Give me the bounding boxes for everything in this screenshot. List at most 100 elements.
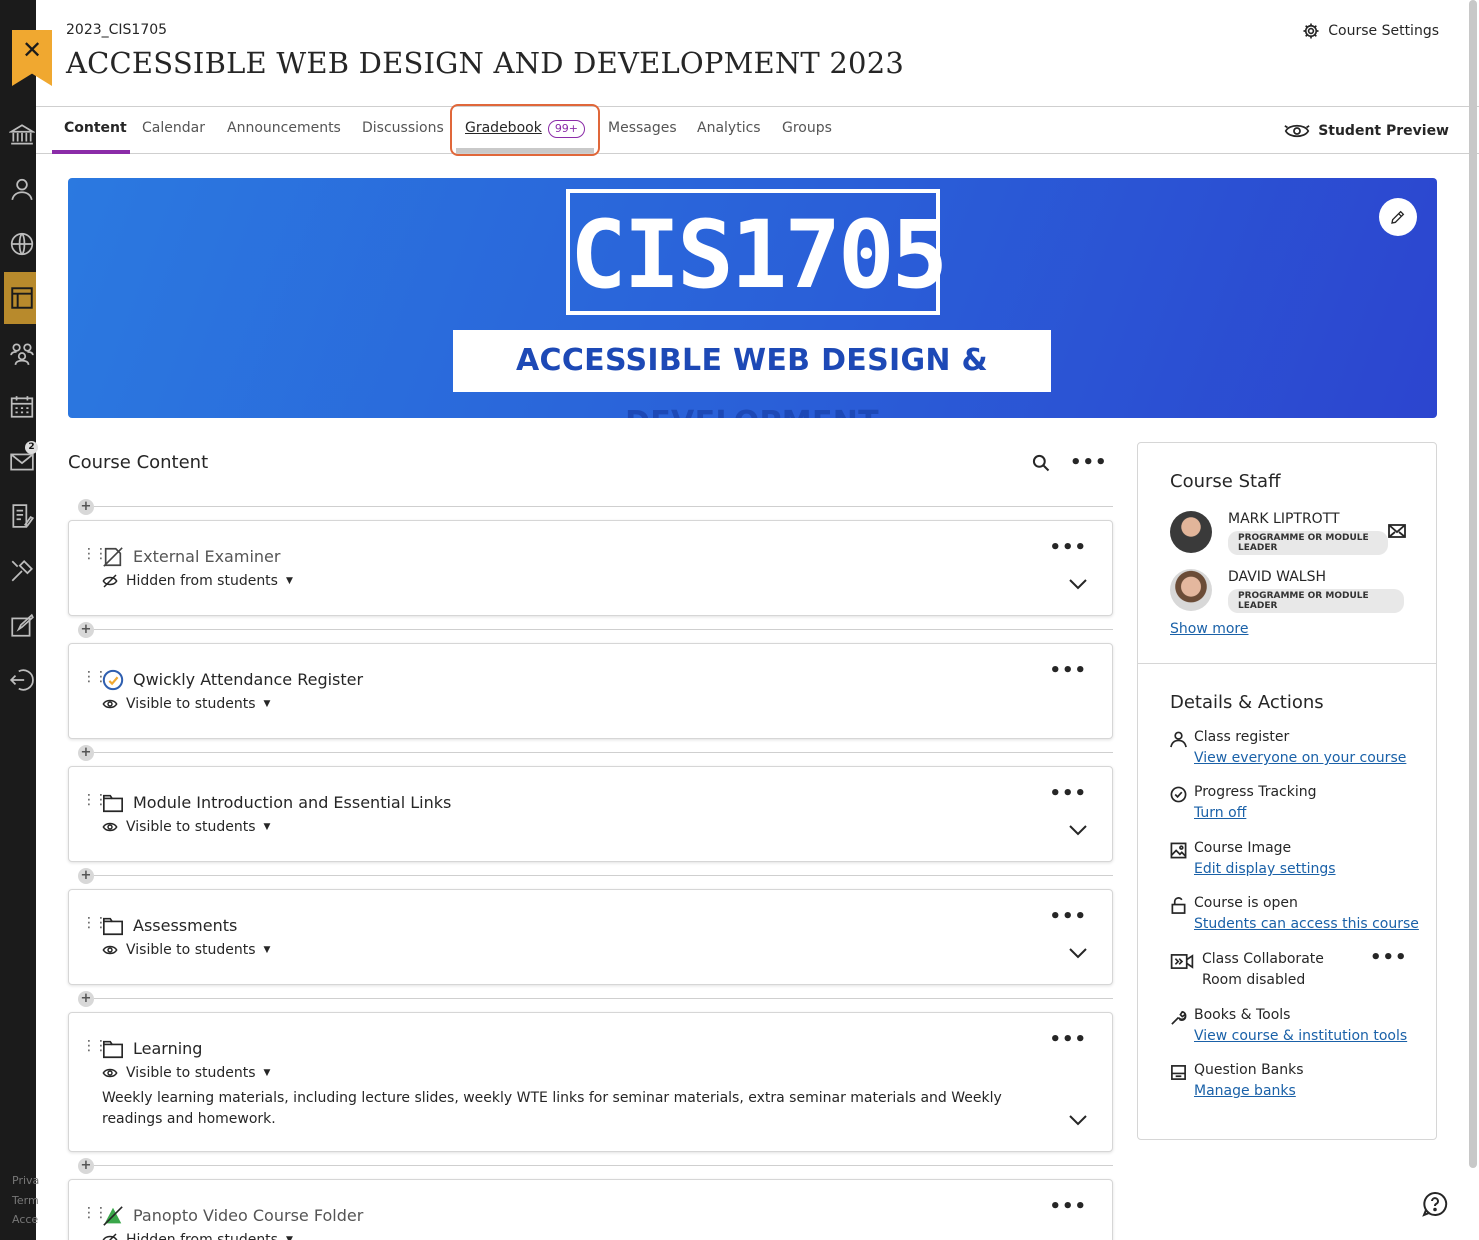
globe-icon[interactable] [9,231,35,257]
content-item-title[interactable]: External Examiner [133,547,280,566]
email-icon[interactable] [1388,524,1406,538]
visibility-dropdown[interactable]: Hidden from students ▼ [102,573,293,589]
drag-handle-icon[interactable]: ⋮⋮ [82,670,108,684]
staff-member[interactable]: DAVID WALSH PROGRAMME OR MODULE LEADER [1170,569,1410,615]
student-preview-icon [1284,124,1310,138]
banner-course-code: CIS1705 [570,201,948,310]
eye-slash-icon [102,574,118,588]
help-icon[interactable] [1422,1191,1448,1217]
drag-handle-icon[interactable]: ⋮⋮ [82,547,108,561]
privacy-link[interactable]: Priva [12,1174,39,1187]
item-more-options-button[interactable]: ••• [1049,783,1087,804]
turn-off-progress-link[interactable]: Turn off [1194,805,1246,821]
content-item[interactable]: ⋮⋮ Module Introduction and Essential Lin… [68,766,1113,862]
item-more-options-button[interactable]: ••• [1049,1029,1087,1050]
content-item[interactable]: ⋮⋮ Assessments Visible to students ▼ ••• [68,889,1113,985]
tab-announcements[interactable]: Announcements [227,120,341,136]
chevron-down-icon[interactable] [1068,1114,1088,1126]
add-content-plus-icon[interactable]: + [78,1158,94,1174]
collaborate-more-options-button[interactable]: ••• [1370,947,1408,968]
manage-banks-link[interactable]: Manage banks [1194,1083,1296,1099]
add-content-plus-icon[interactable]: + [78,745,94,761]
gear-icon [1303,23,1319,39]
chevron-down-icon[interactable] [1068,578,1088,590]
visibility-dropdown[interactable]: Visible to students ▼ [102,819,270,835]
institution-icon[interactable] [8,122,36,148]
tab-content[interactable]: Content [64,120,127,136]
view-everyone-link[interactable]: View everyone on your course [1194,750,1406,766]
view-tools-link[interactable]: View course & institution tools [1194,1028,1407,1044]
item-more-options-button[interactable]: ••• [1049,660,1087,681]
visibility-dropdown[interactable]: Visible to students ▼ [102,696,270,712]
student-preview-button[interactable]: Student Preview [1284,122,1449,140]
avatar [1170,511,1212,553]
detail-label: Progress Tracking [1194,784,1317,800]
add-content-plus-icon[interactable]: + [78,622,94,638]
tab-gradebook[interactable]: Gradebook 99+ [465,120,586,138]
content-item-title[interactable]: Panopto Video Course Folder [133,1206,363,1225]
terms-link[interactable]: Term [12,1194,39,1207]
tab-messages[interactable]: Messages [608,120,677,136]
add-content-plus-icon[interactable]: + [78,991,94,1007]
item-more-options-button[interactable]: ••• [1049,537,1087,558]
detail-label: Class Collaborate [1202,951,1324,967]
staff-role-badge: PROGRAMME OR MODULE LEADER [1228,531,1388,555]
content-item-title[interactable]: Qwickly Attendance Register [133,670,363,689]
staff-name: MARK LIPTROTT [1228,511,1340,527]
tab-analytics[interactable]: Analytics [697,120,761,136]
course-access-link[interactable]: Students can access this course [1194,916,1419,932]
course-settings-button[interactable]: Course Settings [1302,22,1439,40]
profile-icon[interactable] [9,176,35,202]
content-item-title[interactable]: Learning [133,1039,202,1058]
content-item-title[interactable]: Module Introduction and Essential Links [133,793,451,812]
assignments-icon[interactable] [9,613,35,639]
item-more-options-button[interactable]: ••• [1049,1196,1087,1217]
calendar-icon[interactable] [9,394,35,420]
add-content-plus-icon[interactable]: + [78,868,94,884]
add-content-row[interactable]: + [78,868,1113,884]
accessibility-link[interactable]: Acce [12,1213,38,1226]
caret-down-icon: ▼ [263,945,271,955]
add-content-plus-icon[interactable]: + [78,499,94,515]
visibility-dropdown[interactable]: Visible to students ▼ [102,942,270,958]
drag-handle-icon[interactable]: ⋮⋮ [82,1206,108,1220]
add-content-row[interactable]: + [78,991,1113,1007]
chevron-down-icon[interactable] [1068,824,1088,836]
caret-down-icon: ▼ [285,1235,293,1240]
avatar [1170,569,1212,611]
drag-handle-icon[interactable]: ⋮⋮ [82,1039,108,1053]
add-content-row[interactable]: + [78,622,1113,638]
chevron-down-icon[interactable] [1068,947,1088,959]
tab-calendar[interactable]: Calendar [142,120,205,136]
organizations-icon[interactable] [9,340,35,366]
folder-icon [103,917,123,936]
content-item[interactable]: ⋮⋮ Learning Visible to students ▼ Weekly … [68,1012,1113,1152]
tab-discussions[interactable]: Discussions [362,120,444,136]
page-scrollbar[interactable] [1469,0,1477,1168]
content-item[interactable]: ⋮⋮ Qwickly Attendance Register Visible t… [68,643,1113,739]
grades-icon[interactable] [9,503,35,529]
visibility-dropdown[interactable]: Visible to students ▼ [102,1065,270,1081]
visibility-dropdown[interactable]: Hidden from students ▼ [102,1232,293,1240]
staff-member[interactable]: MARK LIPTROTT PROGRAMME OR MODULE LEADER [1170,511,1410,557]
content-more-options-button[interactable]: ••• [1070,452,1108,473]
show-more-staff-link[interactable]: Show more [1170,621,1249,637]
edit-banner-button[interactable] [1379,198,1417,236]
tools-icon[interactable] [9,558,35,584]
content-item-title[interactable]: Assessments [133,916,237,935]
tab-groups[interactable]: Groups [782,120,832,136]
content-item[interactable]: ⋮⋮ Panopto Video Course Folder Hidden fr… [68,1179,1113,1240]
drag-handle-icon[interactable]: ⋮⋮ [82,916,108,930]
add-content-row[interactable]: + [78,1158,1113,1174]
pencil-icon [1391,210,1405,224]
drag-handle-icon[interactable]: ⋮⋮ [82,793,108,807]
courses-icon[interactable] [9,285,35,311]
content-item[interactable]: ⋮⋮ External Examiner Hidden from student… [68,520,1113,616]
add-content-row[interactable]: + [78,499,1113,515]
edit-display-settings-link[interactable]: Edit display settings [1194,861,1336,877]
item-more-options-button[interactable]: ••• [1049,906,1087,927]
search-icon[interactable] [1031,453,1051,473]
add-content-row[interactable]: + [78,745,1113,761]
sign-out-icon[interactable] [9,667,35,693]
check-circle-icon [1170,786,1187,803]
